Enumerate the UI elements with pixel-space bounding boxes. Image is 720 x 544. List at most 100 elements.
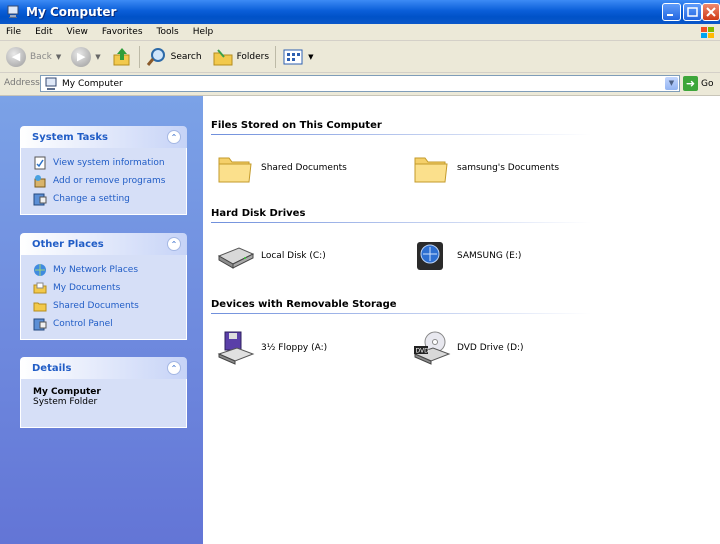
my-computer-small-icon [45,77,57,90]
system-tasks-header[interactable]: System Tasks ⌃ [20,126,187,148]
control-panel-icon [33,193,47,206]
address-bar: Address My Computer ▼ ➜ Go [0,73,720,96]
task-label: Add or remove programs [53,176,166,186]
item-samsung-e[interactable]: SAMSUNG (E:) [411,238,521,274]
collapse-icon[interactable]: ⌃ [167,237,181,251]
hard-disk-icon [217,247,255,269]
search-label: Search [170,51,202,62]
back-dropdown-icon[interactable]: ▼ [56,53,61,61]
item-label: SAMSUNG (E:) [457,251,522,261]
details-header[interactable]: Details ⌃ [20,357,187,379]
menu-edit[interactable]: Edit [35,27,52,37]
my-computer-icon [7,5,19,18]
shared-folder-icon [33,302,47,312]
menu-help[interactable]: Help [193,27,214,37]
section-divider [211,222,591,223]
add-remove-programs-icon [34,175,46,188]
task-pane: System Tasks ⌃ View system information A… [0,96,203,544]
up-button[interactable] [111,44,133,70]
collapse-icon[interactable]: ⌃ [167,130,181,144]
task-label: View system information [53,158,165,168]
menu-file[interactable]: File [6,27,21,37]
section-files-title: Files Stored on This Computer [211,120,382,131]
views-button[interactable]: ▼ [282,44,313,70]
network-places-icon [34,264,46,276]
toolbar-separator [275,45,277,68]
my-documents-icon [33,282,47,294]
samsung-drive-icon [417,242,443,270]
views-icon [283,49,303,64]
folders-button[interactable]: Folders [212,44,270,70]
other-places-group: Other Places ⌃ My Network Places My Docu… [20,233,187,340]
task-change-setting[interactable]: Change a setting [33,190,186,208]
search-button[interactable]: Search [146,44,202,70]
item-floppy-a[interactable]: 3½ Floppy (A:) [215,330,327,366]
window-title: My Computer [26,5,117,19]
place-label: Control Panel [53,319,113,329]
folders-icon [213,48,233,65]
section-removable-title: Devices with Removable Storage [211,299,397,310]
section-drives-title: Hard Disk Drives [211,208,306,219]
item-dvd-drive-d[interactable]: DVD DVD Drive (D:) [411,330,524,366]
address-dropdown-icon[interactable]: ▼ [665,77,678,90]
back-label: Back [30,51,52,62]
go-button[interactable]: ➜ Go [683,76,713,91]
go-label: Go [701,78,714,89]
place-label: Shared Documents [53,301,139,311]
minimize-icon [667,14,673,16]
windows-logo-icon [701,27,714,38]
menu-view[interactable]: View [67,27,88,37]
floppy-drive-icon [217,331,255,365]
address-value: My Computer [62,78,123,89]
folder-icon [414,157,448,183]
toolbar: ◀ Back ▼ ▶ ▼ Search Folders ▼ [0,41,720,73]
item-local-disk-c[interactable]: Local Disk (C:) [215,238,326,274]
item-label: 3½ Floppy (A:) [261,343,328,353]
title-bar: My Computer [0,0,720,24]
item-label: Shared Documents [261,163,347,173]
folder-icon [218,157,252,183]
address-field[interactable]: My Computer ▼ [40,75,680,92]
collapse-icon[interactable]: ⌃ [167,361,181,375]
other-places-header[interactable]: Other Places ⌃ [20,233,187,255]
minimize-button[interactable] [662,3,681,21]
forward-dropdown-icon[interactable]: ▼ [95,53,100,61]
menu-bar: File Edit View Favorites Tools Help [0,24,720,41]
place-shared-documents[interactable]: Shared Documents [33,297,186,315]
place-my-documents[interactable]: My Documents [33,279,186,297]
section-divider [211,134,591,135]
search-icon [146,47,165,66]
close-button[interactable] [702,3,720,21]
forward-arrow-icon: ▶ [71,46,92,67]
details-group: Details ⌃ My Computer System Folder [20,357,187,428]
details-type: System Folder [33,397,98,407]
system-information-icon [34,156,46,170]
menu-favorites[interactable]: Favorites [102,27,143,37]
back-arrow-icon: ◀ [6,46,26,67]
toolbar-separator [138,45,140,68]
forward-button[interactable]: ▶ ▼ [71,44,101,70]
system-tasks-title: System Tasks [32,131,108,143]
place-label: My Network Places [53,265,139,275]
menu-tools[interactable]: Tools [157,27,179,37]
place-label: My Documents [53,283,121,293]
item-label: DVD Drive (D:) [457,343,524,353]
item-samsungs-documents[interactable]: samsung's Documents [411,150,559,186]
back-button[interactable]: ◀ Back ▼ [6,44,61,70]
item-shared-documents[interactable]: Shared Documents [215,150,347,186]
system-tasks-group: System Tasks ⌃ View system information A… [20,126,187,215]
views-dropdown-icon[interactable]: ▼ [308,53,313,61]
place-my-network-places[interactable]: My Network Places [33,261,186,279]
place-control-panel[interactable]: Control Panel [33,315,186,333]
task-add-remove-programs[interactable]: Add or remove programs [33,172,186,190]
control-panel-icon [33,318,47,331]
maximize-button[interactable] [683,3,702,21]
up-folder-icon [113,47,130,65]
folders-label: Folders [236,51,270,62]
item-label: Local Disk (C:) [261,251,326,261]
details-title: Details [32,362,72,374]
content-pane: Files Stored on This Computer Shared Doc… [203,96,720,544]
other-places-title: Other Places [32,238,104,250]
details-name: My Computer [33,387,101,397]
task-view-system-information[interactable]: View system information [33,154,186,172]
